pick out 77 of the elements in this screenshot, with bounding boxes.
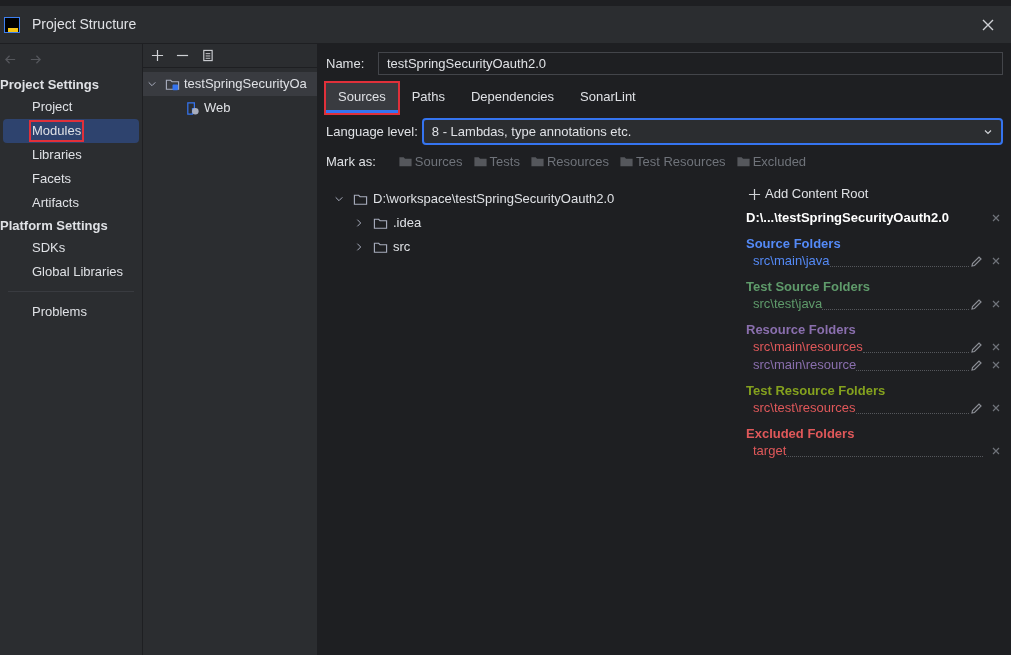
sidebar-item[interactable]: Modules — [3, 119, 139, 143]
module-tree-item[interactable]: testSpringSecurityOa — [143, 72, 317, 96]
window-title: Project Structure — [32, 15, 137, 34]
edit-button[interactable] — [969, 340, 983, 354]
module-tree-item[interactable]: Web — [143, 96, 317, 120]
folder-icon — [472, 154, 488, 169]
sidebar-item[interactable]: Facets — [3, 167, 139, 191]
chevron-down-icon — [334, 194, 344, 204]
section-header: Project Settings — [0, 75, 100, 94]
close-icon — [991, 213, 1001, 223]
language-level-dropdown[interactable]: 8 - Lambdas, type annotations etc. — [421, 118, 1003, 145]
add-icon[interactable] — [151, 49, 164, 62]
tab[interactable]: Paths — [399, 83, 457, 113]
edit-button[interactable] — [969, 401, 983, 415]
chevron-down-icon — [147, 79, 157, 89]
folder-icon — [619, 154, 635, 169]
close-icon — [991, 403, 1001, 413]
folder-path[interactable]: target — [753, 441, 787, 461]
sidebar-item[interactable]: Artifacts — [3, 191, 139, 215]
folder-group-title: Resource Folders — [745, 321, 857, 338]
folder-path[interactable]: src\main\java — [753, 251, 830, 271]
mark-as-label: Mark as: — [326, 152, 376, 171]
edit-button[interactable] — [969, 297, 983, 311]
chevron-right-icon — [354, 242, 364, 252]
copy-icon[interactable] — [201, 49, 214, 62]
add-icon — [748, 187, 761, 201]
close-icon — [991, 446, 1001, 456]
sidebar-item[interactable]: SDKs — [3, 236, 139, 260]
tab[interactable]: Dependencies — [458, 83, 567, 113]
remove-button[interactable] — [991, 213, 1001, 223]
web-facet-icon — [185, 100, 200, 116]
tab[interactable]: SonarLint — [568, 83, 648, 113]
remove-button[interactable] — [991, 342, 1001, 352]
tree-item[interactable]: .idea — [318, 211, 735, 235]
folder-path[interactable]: src\main\resources — [753, 337, 863, 357]
remove-button[interactable] — [991, 299, 1001, 309]
folder-group-title: Excluded Folders — [745, 425, 856, 442]
close-icon — [991, 256, 1001, 266]
app-logo-icon — [4, 16, 20, 33]
language-level-label: Language level: — [326, 122, 418, 141]
close-button[interactable] — [981, 17, 995, 32]
pencil-icon — [969, 340, 983, 354]
remove-button[interactable] — [991, 446, 1001, 456]
folder-icon — [397, 154, 413, 169]
folder-group-title: Test Source Folders — [745, 278, 871, 295]
tree-item[interactable]: D:\workspace\testSpringSecurityOauth2.0 — [318, 187, 735, 211]
remove-button[interactable] — [991, 403, 1001, 413]
sidebar-item[interactable]: Project — [3, 95, 139, 119]
chevron-right-icon — [354, 218, 364, 228]
folder-icon — [529, 154, 545, 169]
folder-group-title: Test Resource Folders — [745, 382, 887, 399]
sidebar-item[interactable]: Libraries — [3, 143, 139, 167]
edit-button[interactable] — [969, 358, 983, 372]
remove-button[interactable] — [991, 360, 1001, 370]
pencil-icon — [969, 358, 983, 372]
close-icon — [991, 360, 1001, 370]
folder-icon — [735, 154, 751, 169]
pencil-icon — [969, 254, 983, 268]
tab[interactable]: Sources — [326, 83, 398, 113]
section-header: Platform Settings — [0, 216, 109, 235]
tree-item[interactable]: src — [318, 235, 735, 259]
close-icon — [991, 342, 1001, 352]
folder-group-title: Source Folders — [745, 235, 842, 252]
sidebar-item[interactable]: Problems — [3, 300, 139, 324]
sidebar-item[interactable]: Global Libraries — [3, 260, 139, 284]
name-label: Name: — [326, 54, 366, 73]
add-content-root-button[interactable]: Add Content Root — [736, 179, 881, 209]
folder-path[interactable]: src\test\resources — [753, 398, 856, 418]
remove-button[interactable] — [991, 256, 1001, 266]
close-icon — [991, 299, 1001, 309]
folder-path[interactable]: src\test\java — [753, 294, 823, 314]
content-root-path: D:\...\testSpringSecurityOauth2.0 — [746, 209, 949, 228]
edit-button[interactable] — [969, 254, 983, 268]
name-field[interactable]: testSpringSecurityOauth2.0 — [378, 52, 1003, 75]
folder-path[interactable]: src\main\resource — [753, 355, 857, 375]
pencil-icon — [969, 401, 983, 415]
pencil-icon — [969, 297, 983, 311]
